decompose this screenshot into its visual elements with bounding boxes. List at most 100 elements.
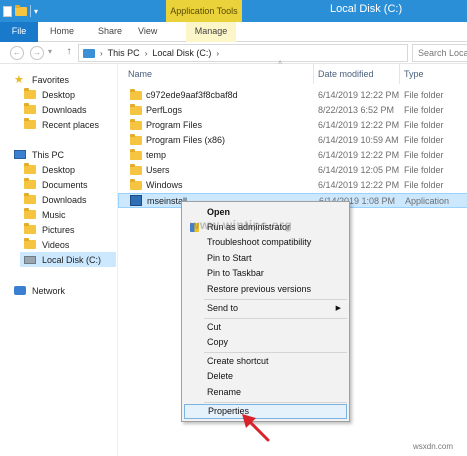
- nav-this-pc[interactable]: This PC: [14, 147, 64, 162]
- menu-separator: [204, 299, 347, 300]
- file-name: Windows: [146, 180, 183, 190]
- folder-icon: [24, 223, 36, 234]
- file-type: File folder: [404, 90, 444, 100]
- menu-item-open[interactable]: Open: [184, 205, 347, 220]
- menu-item-pin-start[interactable]: Pin to Start: [184, 251, 347, 266]
- nav-favorites[interactable]: ★ Favorites: [14, 72, 69, 87]
- nav-fav-recent-places[interactable]: Recent places: [24, 117, 99, 132]
- nav-fav-downloads[interactable]: Downloads: [24, 102, 87, 117]
- file-name: PerfLogs: [146, 105, 183, 115]
- menu-item-troubleshoot[interactable]: Troubleshoot compatibility: [184, 235, 347, 250]
- menu-item-cut[interactable]: Cut: [184, 320, 347, 335]
- computer-icon: [14, 150, 26, 159]
- file-date: 6/14/2019 12:22 PM: [318, 90, 400, 100]
- menu-item-label: Run as administrator: [207, 222, 291, 232]
- properties-quick-icon[interactable]: [3, 5, 12, 17]
- address-row: ← → ▾ ↑ › This PC › Local Disk (C:) › Se…: [0, 42, 467, 64]
- address-bar[interactable]: › This PC › Local Disk (C:) ›: [78, 44, 408, 62]
- menu-item-rename[interactable]: Rename: [184, 385, 347, 400]
- file-date: 6/14/2019 12:22 PM: [318, 180, 400, 190]
- drive-icon: [24, 255, 36, 264]
- back-button[interactable]: ←: [10, 46, 24, 60]
- column-header-name[interactable]: Name: [118, 64, 314, 84]
- nav-label: Network: [32, 285, 66, 296]
- menu-item-run-as-admin[interactable]: Run as administrator: [184, 220, 347, 235]
- quick-access-toolbar: ▾: [3, 4, 38, 18]
- context-menu: Open Run as administrator Troubleshoot c…: [181, 201, 350, 422]
- nav-label: Videos: [42, 239, 70, 250]
- folder-icon: [130, 89, 142, 100]
- network-icon: [14, 286, 26, 295]
- file-name: Users: [146, 165, 170, 175]
- nav-label: Recent places: [42, 119, 100, 130]
- table-row[interactable]: Program Files 6/14/2019 12:22 PM File fo…: [118, 118, 467, 133]
- nav-fav-desktop[interactable]: Desktop: [24, 87, 75, 102]
- nav-label: Desktop: [42, 164, 76, 175]
- chevron-right-icon[interactable]: ›: [216, 49, 219, 58]
- tab-home[interactable]: Home: [50, 22, 74, 42]
- site-watermark: wsxdn.com: [413, 442, 454, 451]
- window-title: Local Disk (C:): [330, 3, 403, 15]
- navigation-pane: ★ Favorites Desktop Downloads Recent pla…: [0, 64, 117, 456]
- menu-item-restore-versions[interactable]: Restore previous versions: [184, 282, 347, 297]
- nav-label: Documents: [42, 179, 88, 190]
- table-row[interactable]: Users 6/14/2019 12:05 PM File folder: [118, 163, 467, 178]
- nav-network[interactable]: Network: [14, 283, 65, 298]
- menu-item-pin-taskbar[interactable]: Pin to Taskbar: [184, 266, 347, 281]
- chevron-right-icon[interactable]: ›: [100, 49, 103, 58]
- folder-icon: [130, 164, 142, 175]
- nav-pc-desktop[interactable]: Desktop: [24, 162, 75, 177]
- nav-pc-music[interactable]: Music: [24, 207, 66, 222]
- nav-pc-local-disk[interactable]: Local Disk (C:): [20, 252, 116, 267]
- menu-item-label: Send to: [207, 303, 239, 313]
- menu-item-copy[interactable]: Copy: [184, 335, 347, 350]
- nav-pc-pictures[interactable]: Pictures: [24, 222, 75, 237]
- tab-view[interactable]: View: [138, 22, 157, 42]
- chevron-right-icon[interactable]: ›: [145, 49, 148, 58]
- folder-icon: [24, 193, 36, 204]
- recent-locations-chevron-icon[interactable]: ▾: [46, 46, 54, 60]
- menu-separator: [204, 352, 347, 353]
- nav-label: Desktop: [42, 89, 76, 100]
- nav-label: Pictures: [42, 224, 75, 235]
- file-type: File folder: [404, 165, 444, 175]
- folder-icon: [130, 179, 142, 190]
- menu-item-delete[interactable]: Delete: [184, 369, 347, 384]
- column-header-date[interactable]: Date modified: [314, 64, 400, 84]
- breadcrumb-this-pc[interactable]: This PC: [108, 48, 140, 58]
- submenu-arrow-icon: ▶: [335, 305, 341, 312]
- nav-pc-downloads[interactable]: Downloads: [24, 192, 87, 207]
- customize-toolbar-chevron-icon[interactable]: ▾: [34, 7, 38, 16]
- file-name: c972ede9aaf3f8cbaf8d: [146, 90, 238, 100]
- new-folder-quick-icon[interactable]: [15, 4, 27, 16]
- tab-share[interactable]: Share: [98, 22, 122, 42]
- nav-pc-documents[interactable]: Documents: [24, 177, 88, 192]
- file-type: File folder: [404, 135, 444, 145]
- file-type: File folder: [404, 150, 444, 160]
- nav-label: Downloads: [42, 104, 87, 115]
- search-input[interactable]: Search Local: [412, 44, 467, 62]
- folder-icon: [130, 149, 142, 160]
- table-row[interactable]: c972ede9aaf3f8cbaf8d 6/14/2019 12:22 PM …: [118, 88, 467, 103]
- nav-label: Local Disk (C:): [42, 254, 102, 265]
- folder-icon: [24, 178, 36, 189]
- tab-file[interactable]: File: [0, 22, 38, 42]
- breadcrumb-local-disk[interactable]: Local Disk (C:): [152, 48, 211, 58]
- forward-button[interactable]: →: [30, 46, 44, 60]
- star-icon: ★: [14, 74, 24, 86]
- nav-label: Music: [42, 209, 66, 220]
- menu-item-send-to[interactable]: Send to ▶: [184, 301, 347, 316]
- up-button[interactable]: ↑: [62, 46, 76, 60]
- table-row[interactable]: Program Files (x86) 6/14/2019 10:59 AM F…: [118, 133, 467, 148]
- title-bar: ▾ Application Tools Local Disk (C:): [0, 0, 467, 22]
- table-row[interactable]: temp 6/14/2019 12:22 PM File folder: [118, 148, 467, 163]
- uac-shield-icon: [190, 223, 199, 232]
- table-row[interactable]: PerfLogs 8/22/2013 6:52 PM File folder: [118, 103, 467, 118]
- tab-manage[interactable]: Manage: [186, 22, 236, 42]
- nav-pc-videos[interactable]: Videos: [24, 237, 69, 252]
- folder-icon: [24, 103, 36, 114]
- menu-item-create-shortcut[interactable]: Create shortcut: [184, 354, 347, 369]
- table-row[interactable]: Windows 6/14/2019 12:22 PM File folder: [118, 178, 467, 193]
- column-header-type[interactable]: Type: [400, 64, 467, 84]
- folder-icon: [24, 118, 36, 129]
